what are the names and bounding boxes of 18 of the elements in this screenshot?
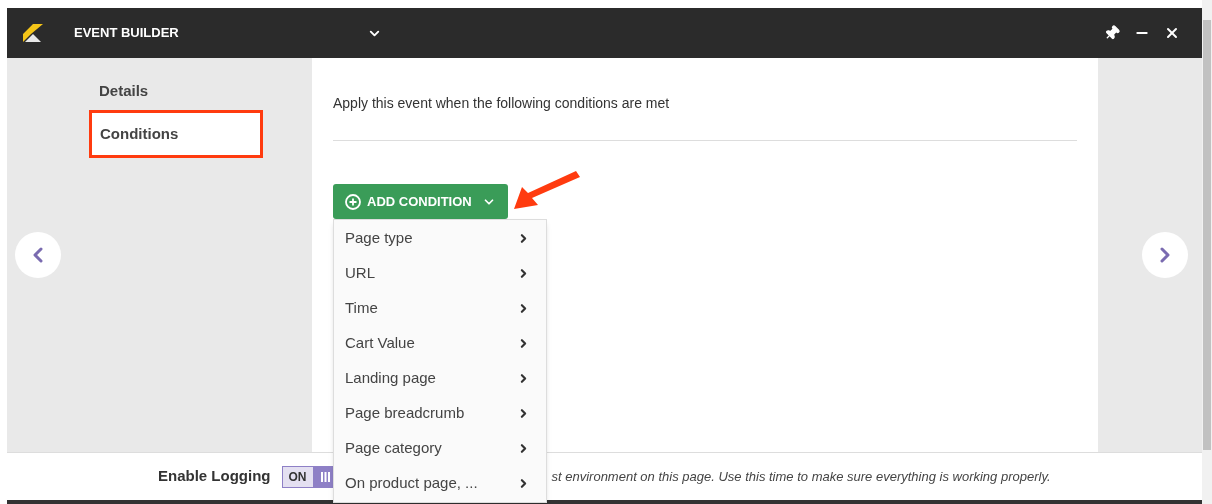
menu-item[interactable]: Page breadcrumb <box>334 396 546 431</box>
sidebar-item[interactable]: Conditions <box>89 110 263 158</box>
menu-item[interactable]: URL <box>334 256 546 291</box>
pointer-arrow <box>513 171 582 211</box>
logging-message: st environment on this page. Use this time to make sure everything is working properly. <box>551 467 1051 486</box>
menu-item[interactable]: Time <box>334 291 546 326</box>
menu-item[interactable]: Page type <box>334 221 546 256</box>
close-icon[interactable] <box>1164 25 1180 41</box>
window-title: EVENT BUILDER <box>74 24 179 43</box>
menu-item[interactable]: Page category <box>334 431 546 466</box>
logging-label: Enable Logging <box>158 466 271 487</box>
logo-icon <box>23 24 43 42</box>
grip-icon <box>321 471 330 482</box>
plus-circle-icon <box>345 193 361 210</box>
menu-item[interactable]: Landing page <box>334 361 546 396</box>
sidebar-item[interactable]: Details <box>89 76 263 106</box>
conditions-heading: Apply this event when the following conditions are met <box>333 93 1077 141</box>
menu-item[interactable]: Cart Value <box>334 326 546 361</box>
